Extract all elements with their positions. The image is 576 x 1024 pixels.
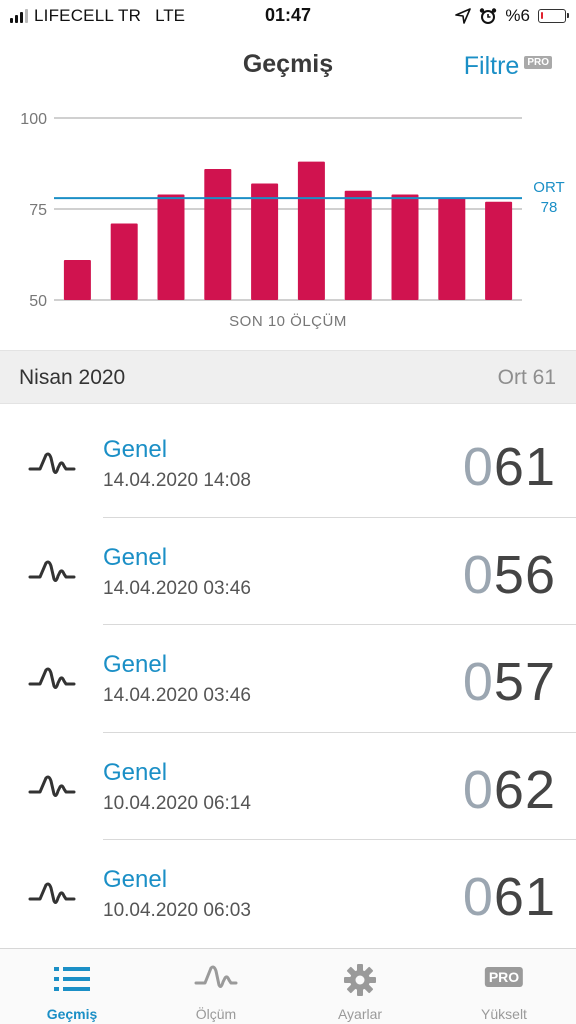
chart-bar	[344, 190, 372, 300]
y-tick-label: 50	[29, 293, 47, 310]
status-right: %6	[455, 6, 569, 26]
pulse-wave-icon	[28, 452, 76, 474]
record-value-main: 61	[493, 867, 556, 927]
record-value-lead: 0	[462, 867, 494, 927]
tab-history[interactable]: Geçmiş	[0, 949, 144, 1024]
chart-svg: 50 75 100 ORT 78 SON 10 ÖLÇÜM	[20, 111, 564, 330]
x-axis-label: SON 10 ÖLÇÜM	[229, 312, 347, 330]
record-value-main: 56	[493, 544, 556, 605]
list-item[interactable]: Genel 10.04.2020 06:03 061	[0, 840, 576, 948]
filter-button[interactable]: Filtre PRO	[464, 52, 552, 81]
pro-tab-badge: PRO	[484, 967, 524, 987]
pulse-wave-icon	[28, 667, 76, 689]
tab-label: Ayarlar	[337, 1006, 383, 1022]
chart-bar	[63, 259, 91, 300]
record-value: 057	[463, 651, 556, 713]
record-value-lead: 0	[462, 759, 494, 820]
filter-label: Filtre	[463, 52, 520, 80]
pro-badge-icon: PRO	[484, 967, 524, 987]
record-value-lead: 0	[462, 544, 494, 605]
record-value: 062	[463, 759, 556, 821]
average-label: ORT	[533, 179, 564, 196]
pulse-wave-icon	[28, 882, 76, 904]
pulse-wave-icon	[194, 965, 238, 988]
record-type: Genel	[103, 543, 168, 571]
records-list: Genel 14.04.2020 14:08 061 Genel 14.04.2…	[0, 410, 576, 948]
alarm-clock-icon	[480, 8, 497, 24]
y-tick-label: 100	[20, 111, 47, 128]
record-value-main: 61	[493, 437, 556, 497]
pulse-wave-icon	[28, 560, 76, 582]
record-value-lead: 0	[462, 437, 494, 497]
list-item[interactable]: Genel 10.04.2020 06:14 062	[0, 733, 576, 840]
tab-bar: Geçmiş Ölçüm Ayarlar PRO Yükselt	[0, 948, 576, 1024]
nav-bar: Geçmiş Filtre PRO	[0, 40, 576, 94]
tab-label: Ölçüm	[195, 1006, 237, 1022]
list-icon	[54, 967, 90, 991]
chart-bar	[485, 201, 513, 300]
record-datetime: 14.04.2020 03:46	[103, 685, 251, 706]
list-item[interactable]: Genel 14.04.2020 03:46 056	[0, 518, 576, 625]
status-bar: LIFECELL TR LTE 01:47 %6	[0, 0, 576, 34]
chart-bar	[110, 223, 138, 300]
record-value-main: 62	[493, 759, 556, 820]
battery-icon	[538, 9, 569, 23]
chart-bar	[391, 194, 419, 300]
record-datetime: 10.04.2020 06:14	[103, 792, 251, 814]
chart-bar	[204, 168, 232, 300]
record-datetime: 14.04.2020 14:08	[103, 470, 251, 491]
record-type: Genel	[103, 866, 168, 893]
gear-icon	[344, 964, 376, 996]
record-value: 056	[463, 544, 556, 606]
location-arrow-icon	[455, 8, 472, 24]
list-item[interactable]: Genel 14.04.2020 03:46 057	[0, 625, 576, 733]
record-value: 061	[463, 436, 556, 498]
section-average: Ort 61	[497, 366, 556, 389]
pro-badge: PRO	[524, 56, 552, 69]
chart-bar	[251, 183, 279, 300]
record-value-lead: 0	[462, 652, 494, 712]
history-chart: 50 75 100 ORT 78 SON 10 ÖLÇÜM	[0, 100, 576, 340]
record-type: Genel	[103, 758, 168, 786]
record-type: Genel	[103, 436, 168, 463]
average-value: 78	[541, 199, 558, 216]
tab-settings[interactable]: Ayarlar	[288, 949, 432, 1024]
tab-label: Geçmiş	[46, 1006, 98, 1022]
record-type: Genel	[103, 651, 168, 678]
chart-bar	[157, 194, 185, 300]
tab-upgrade[interactable]: PRO Yükselt	[432, 949, 576, 1024]
month-section-header: Nisan 2020 Ort 61	[0, 350, 576, 404]
tab-measurement[interactable]: Ölçüm	[144, 949, 288, 1024]
record-datetime: 10.04.2020 06:03	[103, 900, 251, 921]
chart-bar	[297, 161, 325, 300]
record-value-main: 57	[493, 652, 556, 712]
list-item[interactable]: Genel 14.04.2020 14:08 061	[0, 410, 576, 518]
tab-label: Yükselt	[481, 1006, 527, 1022]
pulse-wave-icon	[28, 775, 76, 797]
battery-percent: %6	[505, 6, 530, 25]
y-tick-label: 75	[29, 202, 47, 219]
record-datetime: 14.04.2020 03:46	[103, 577, 251, 599]
record-value: 061	[463, 866, 556, 928]
chart-bar	[438, 198, 466, 300]
section-title: Nisan 2020	[19, 366, 126, 389]
